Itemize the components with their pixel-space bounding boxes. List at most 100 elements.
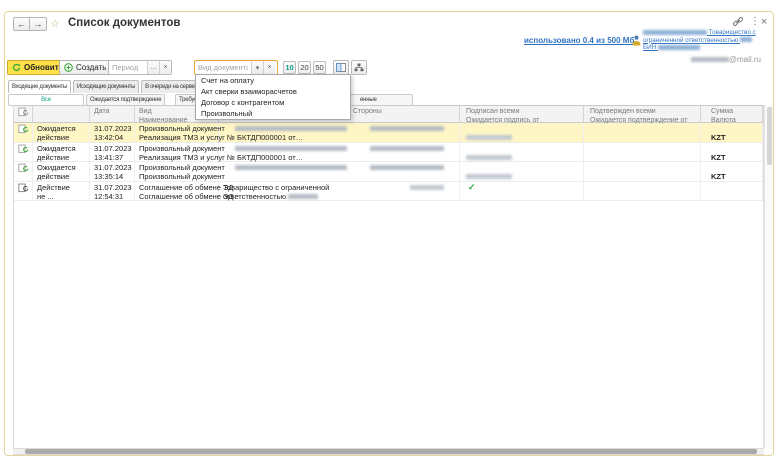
menu-kebab-button[interactable]: ⋮ bbox=[750, 16, 760, 27]
row-sum: KZT bbox=[701, 123, 763, 142]
organization-link[interactable]: Товарищество с ограниченной ответственно… bbox=[643, 29, 765, 52]
row-parties bbox=[219, 162, 460, 181]
doctype-dropdown-list: Счет на оплату Акт сверки взаиморасчетов… bbox=[195, 74, 351, 120]
vertical-scroll-thumb[interactable] bbox=[767, 107, 772, 165]
page-size-50-button[interactable]: 50 bbox=[313, 61, 326, 74]
row-kind-name: Произвольный документ Произвольный докум… bbox=[135, 162, 219, 181]
create-button[interactable]: Создать bbox=[59, 60, 111, 75]
redacted-text bbox=[288, 194, 318, 199]
document-state-icon bbox=[18, 124, 29, 134]
clear-icon: × bbox=[267, 64, 271, 71]
chevron-down-icon: ▾ bbox=[256, 64, 260, 72]
clear-icon: × bbox=[163, 64, 167, 71]
row-kind-name: Произвольный документ Реализация ТМЗ и у… bbox=[135, 143, 219, 162]
redacted-text bbox=[235, 165, 347, 170]
tab-incoming-documents[interactable]: Входящие документы bbox=[8, 80, 71, 93]
doctype-clear-button[interactable]: × bbox=[263, 61, 275, 74]
row-status: Ожидается действие bbox=[33, 123, 90, 142]
page-size-10-button[interactable]: 10 bbox=[283, 61, 296, 74]
row-date: 31.07.2023 13:41:37 bbox=[90, 143, 135, 162]
header-date[interactable]: Дата bbox=[90, 106, 135, 122]
row-signed bbox=[460, 162, 584, 181]
row-sum: KZT bbox=[701, 162, 763, 181]
redacted-text bbox=[370, 165, 444, 170]
nav-buttons: ← → bbox=[13, 17, 47, 31]
row-parties: Товарищество с ограниченной ответственно… bbox=[219, 182, 460, 201]
favorite-star-icon[interactable]: ☆ bbox=[50, 17, 60, 30]
tab-outgoing-documents[interactable]: Исходящие документы bbox=[73, 80, 139, 93]
row-kind-name: Соглашение об обмене ЭД Соглашение об об… bbox=[135, 182, 219, 201]
document-state-icon bbox=[18, 144, 29, 154]
period-more-button[interactable]: ... bbox=[147, 61, 159, 74]
get-link-button[interactable] bbox=[732, 16, 744, 30]
back-button[interactable]: ← bbox=[13, 17, 30, 31]
table-row[interactable]: Ожидается действие 31.07.2023 13:35:14 П… bbox=[14, 162, 763, 182]
horizontal-scroll-thumb[interactable] bbox=[25, 449, 757, 454]
org-line-1: Товарищество с bbox=[643, 29, 765, 37]
table-row[interactable]: Действие не ... 31.07.2023 12:54:31 Согл… bbox=[14, 182, 763, 202]
org-line-2: ограниченной ответственностью bbox=[643, 37, 765, 45]
doctype-dropdown-button[interactable]: ▾ bbox=[251, 61, 263, 74]
document-state-icon bbox=[18, 107, 29, 117]
period-input[interactable] bbox=[109, 61, 147, 74]
period-field-group: ... × bbox=[108, 60, 172, 75]
panels-icon bbox=[336, 63, 346, 72]
settings-structure-button[interactable] bbox=[351, 60, 367, 75]
close-icon: × bbox=[761, 16, 767, 28]
dropdown-item-invoice[interactable]: Счет на оплату bbox=[196, 75, 350, 86]
header-status[interactable] bbox=[33, 106, 90, 122]
row-kind-name: Произвольный документ Реализация ТМЗ и у… bbox=[135, 123, 219, 142]
redacted-text bbox=[370, 126, 444, 131]
page-title: Список документов bbox=[68, 17, 180, 29]
row-confirmed bbox=[584, 123, 701, 142]
dropdown-item-reconciliation[interactable]: Акт сверки взаиморасчетов bbox=[196, 86, 350, 97]
dropdown-item-arbitrary[interactable]: Произвольный bbox=[196, 108, 350, 119]
doctype-input[interactable] bbox=[195, 61, 251, 74]
table-row[interactable]: Ожидается действие 31.07.2023 13:41:37 П… bbox=[14, 143, 763, 163]
document-state-icon bbox=[18, 163, 29, 173]
link-icon bbox=[732, 16, 744, 27]
row-status: Действие не ... bbox=[33, 182, 90, 201]
forward-button[interactable]: → bbox=[30, 17, 47, 31]
refresh-label: Обновить bbox=[24, 63, 64, 72]
row-confirmed bbox=[584, 162, 701, 181]
redacted-text bbox=[466, 174, 512, 179]
row-confirmed bbox=[584, 143, 701, 162]
ellipsis-icon: ... bbox=[151, 64, 157, 71]
document-state-icon bbox=[18, 183, 29, 193]
back-icon: ← bbox=[17, 19, 26, 29]
hierarchy-icon bbox=[354, 63, 364, 72]
header-state-icon-col[interactable] bbox=[14, 106, 33, 122]
row-confirmed bbox=[584, 182, 701, 201]
reading-view-button[interactable] bbox=[333, 60, 349, 75]
redacted-text bbox=[466, 135, 512, 140]
header-sum[interactable]: Сумма Валюта bbox=[701, 106, 763, 122]
table-row[interactable]: Ожидается действие 31.07.2023 13:42:04 П… bbox=[14, 123, 763, 143]
redacted-text bbox=[235, 146, 347, 151]
user-icon bbox=[632, 33, 641, 51]
row-date: 31.07.2023 12:54:31 bbox=[90, 182, 135, 201]
close-button[interactable]: × bbox=[761, 16, 767, 28]
redacted-text bbox=[643, 30, 707, 35]
redacted-text bbox=[466, 155, 512, 160]
documents-table: Дата Вид Наименование Стороны Подписан в… bbox=[13, 105, 764, 448]
period-clear-button[interactable]: × bbox=[159, 61, 171, 74]
row-date: 31.07.2023 13:42:04 bbox=[90, 123, 135, 142]
doctype-field-group: ▾ × bbox=[194, 60, 278, 75]
storage-quota-link[interactable]: использовано 0.4 из 500 Мб bbox=[524, 36, 634, 45]
header-signed[interactable]: Подписан всеми Ожидается подпись от bbox=[460, 106, 584, 122]
table-header: Дата Вид Наименование Стороны Подписан в… bbox=[14, 105, 763, 123]
row-date: 31.07.2023 13:35:14 bbox=[90, 162, 135, 181]
page-size-20-button[interactable]: 20 bbox=[298, 61, 311, 74]
row-signed bbox=[460, 143, 584, 162]
refresh-icon bbox=[12, 63, 21, 72]
row-state-icon-cell bbox=[14, 143, 33, 162]
redacted-text bbox=[370, 146, 444, 151]
org-line-3: БИН bbox=[643, 44, 765, 52]
header-confirmed[interactable]: Подтвержден всеми Ожидается подтверждени… bbox=[584, 106, 701, 122]
row-signed bbox=[460, 123, 584, 142]
vertical-scrollbar bbox=[764, 105, 773, 448]
toolbar: Обновить Создать ... × ▾ × 10 20 50 bbox=[5, 60, 773, 76]
dropdown-item-contract[interactable]: Договор с контрагентом bbox=[196, 97, 350, 108]
create-label: Создать bbox=[76, 63, 106, 72]
